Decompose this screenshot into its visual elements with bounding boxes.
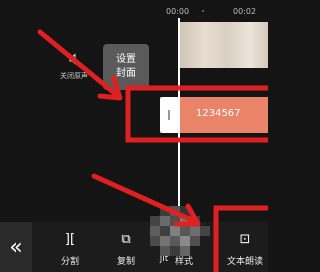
mute-label: 关闭原声 (60, 72, 88, 80)
playhead[interactable] (178, 18, 180, 223)
clip-trim-handle[interactable] (160, 97, 178, 133)
double-chevron-left-icon: « (9, 234, 23, 260)
cover-label-line2: 封面 (116, 68, 136, 79)
split-button[interactable]: ][ 分割 (50, 232, 90, 267)
time-end: 00:02 (233, 7, 257, 16)
copy-icon: ⧉ (121, 232, 131, 247)
text-to-speech-icon: ⊡ (239, 232, 251, 247)
text-to-speech-label: 文本朗读 (226, 257, 263, 267)
video-clip-thumbnail[interactable] (178, 22, 268, 68)
copy-button[interactable]: ⧉ 复制 (106, 232, 146, 267)
text-clip-label: 1234567 (196, 108, 241, 119)
time-start: 00:00 (166, 7, 190, 16)
text-to-speech-button[interactable]: ⊡ 文本朗读 (222, 232, 268, 267)
text-track-clip[interactable]: 1234567 (160, 97, 268, 133)
copy-label: 复制 (116, 257, 135, 267)
mute-original-sound-button[interactable]: 关闭原声 (44, 50, 104, 81)
collapse-back-button[interactable]: « (0, 222, 32, 272)
split-label: 分割 (60, 257, 79, 267)
blurred-mosaic-overlay (150, 206, 212, 262)
split-icon: ][ (64, 232, 76, 247)
set-cover-button[interactable]: 设置 封面 (103, 44, 149, 90)
ruler-dot (202, 10, 204, 12)
cover-label-line1: 设置 (116, 54, 136, 65)
timeline-ruler: 00:00 00:02 (0, 0, 268, 22)
speaker-mute-icon (69, 53, 76, 65)
